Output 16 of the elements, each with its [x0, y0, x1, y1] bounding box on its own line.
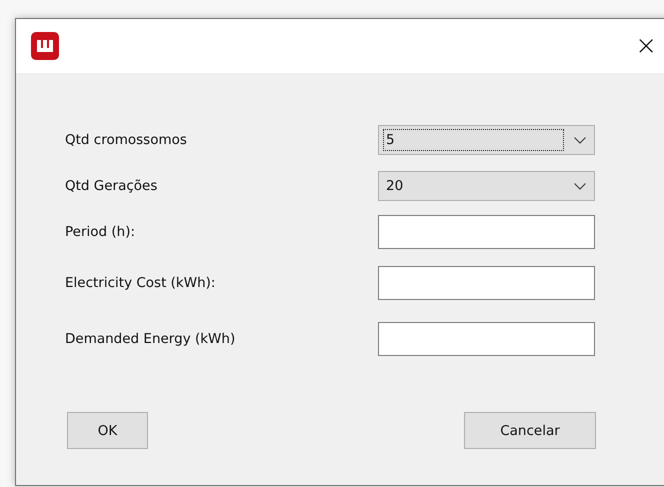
chevron-down-icon [574, 136, 586, 144]
input-field[interactable] [378, 322, 595, 356]
field-label: Period (h): [65, 224, 136, 240]
ok-button[interactable]: OK [67, 412, 148, 449]
input-field[interactable] [378, 215, 595, 249]
app-logo-icon [31, 32, 59, 60]
close-button[interactable]: × [635, 33, 657, 59]
field-label: Electricity Cost (kWh): [65, 275, 216, 291]
input-field[interactable] [378, 266, 595, 300]
dropdown[interactable]: 20 [378, 171, 595, 201]
dropdown[interactable]: 5 [378, 125, 595, 155]
field-label: Demanded Energy (kWh) [65, 331, 236, 347]
field-label: Qtd Gerações [65, 178, 158, 194]
chevron-down-icon [574, 182, 586, 190]
field-label: Qtd cromossomos [65, 132, 188, 148]
cancel-button[interactable]: Cancelar [464, 412, 596, 449]
